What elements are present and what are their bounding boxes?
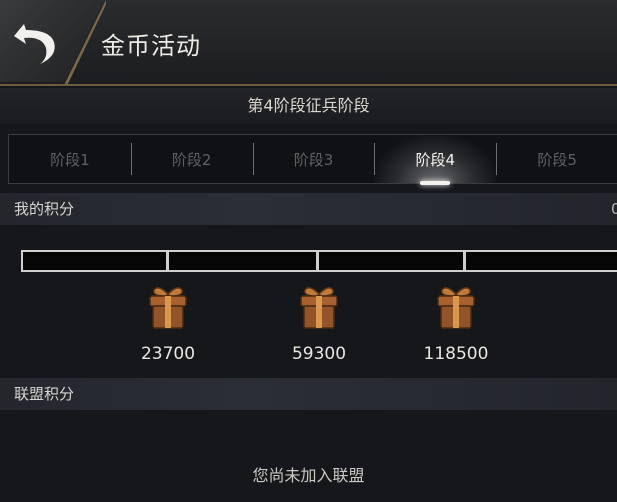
progress-divider	[316, 252, 319, 270]
tab-stage-4[interactable]: 阶段4	[374, 135, 497, 185]
tab-stage-5[interactable]: 阶段5	[496, 135, 617, 183]
tab-stage-1[interactable]: 阶段1	[9, 135, 131, 183]
gift-box-icon	[300, 287, 338, 329]
progress-divider	[463, 252, 466, 270]
reward-item[interactable]: 59300	[274, 284, 364, 364]
alliance-points-header: 联盟积分	[0, 378, 617, 410]
alliance-notice: 您尚未加入联盟	[252, 466, 365, 485]
stage-tabs: 阶段1 阶段2 阶段3 阶段4 阶段5	[8, 134, 617, 185]
my-points-header: 我的积分 0	[0, 193, 617, 225]
reward-amount: 23700	[140, 344, 196, 364]
tab-stage-3[interactable]: 阶段3	[252, 135, 375, 183]
reward-item[interactable]: 118500	[411, 284, 501, 364]
my-points-label: 我的积分	[14, 200, 75, 218]
gift-box-icon	[149, 287, 187, 329]
header-bar: 金币活动	[0, 0, 617, 86]
points-progress-bar	[21, 250, 617, 272]
app-frame: 金币活动 第4阶段征兵阶段 阶段1 阶段2 阶段3 阶段4 阶段5 我的积分 0…	[0, 0, 617, 502]
tab-stage-2[interactable]: 阶段2	[130, 135, 253, 183]
alliance-points-label: 联盟积分	[14, 385, 75, 403]
reward-amount: 59300	[291, 344, 347, 364]
gift-box-icon	[437, 287, 475, 329]
back-arrow-icon	[14, 24, 55, 64]
progress-divider	[166, 252, 169, 270]
reward-item[interactable]: 23700	[123, 284, 213, 364]
my-points-value: 0	[611, 200, 617, 218]
reward-amount: 118500	[423, 344, 489, 364]
stage-banner: 第4阶段征兵阶段	[0, 88, 617, 124]
page-title: 金币活动	[101, 32, 201, 60]
